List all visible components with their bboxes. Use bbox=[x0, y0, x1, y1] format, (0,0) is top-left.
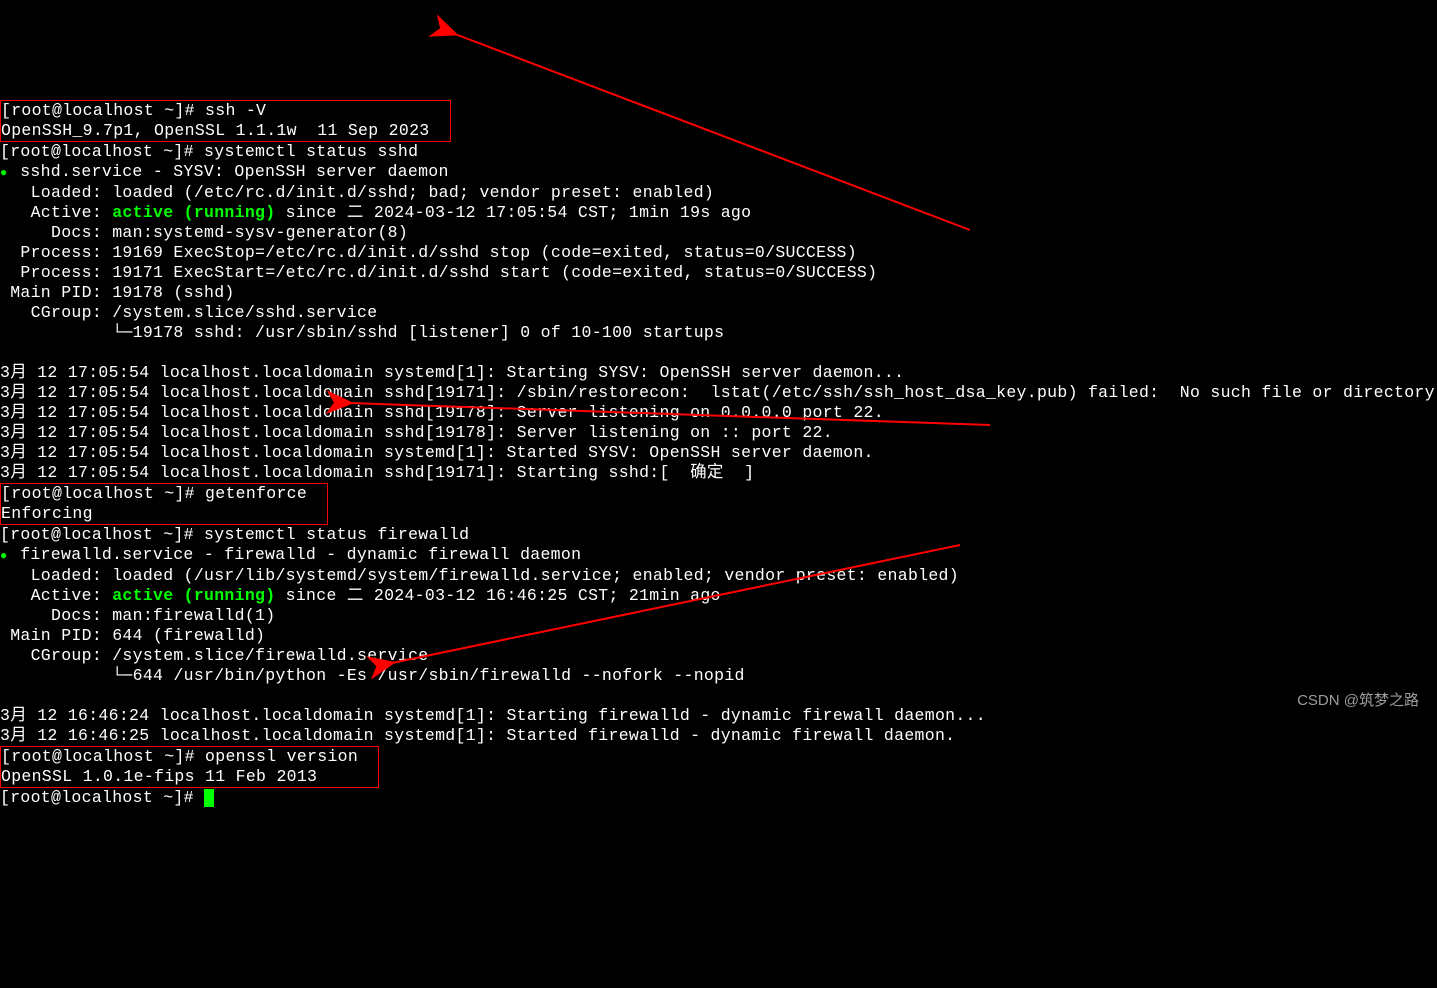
status-dot-icon: ● bbox=[0, 546, 10, 566]
status-dot-icon: ● bbox=[0, 163, 10, 183]
fw-cgroup1: CGroup: /system.slice/firewalld.service bbox=[0, 646, 428, 665]
prompt: [root@localhost ~]# bbox=[0, 788, 204, 807]
sshd-docs: Docs: man:systemd-sysv-generator(8) bbox=[0, 223, 408, 242]
fw-active-state: active (running) bbox=[112, 586, 275, 605]
sshd-log: 3月 12 17:05:54 localhost.localdomain ssh… bbox=[0, 403, 884, 422]
sshd-active-prefix: Active: bbox=[0, 203, 112, 222]
fw-cgroup2: └─644 /usr/bin/python -Es /usr/sbin/fire… bbox=[0, 666, 745, 685]
fw-unit: firewalld.service - firewalld - dynamic … bbox=[20, 545, 581, 564]
terminal[interactable]: [root@localhost ~]# ssh -V OpenSSH_9.7p1… bbox=[0, 80, 1437, 808]
sshd-log: 3月 12 17:05:54 localhost.localdomain ssh… bbox=[0, 423, 833, 442]
sshd-active-suffix: since 二 2024-03-12 17:05:54 CST; 1min 19… bbox=[275, 203, 751, 222]
fw-active-prefix: Active: bbox=[0, 586, 112, 605]
sshd-log: 3月 12 17:05:54 localhost.localdomain sys… bbox=[0, 443, 874, 462]
watermark: CSDN @筑梦之路 bbox=[1297, 691, 1419, 711]
sshd-log: 3月 12 17:05:54 localhost.localdomain ssh… bbox=[0, 383, 1435, 402]
prompt: [root@localhost ~]# bbox=[1, 101, 205, 120]
cmd-ssh-v: ssh -V bbox=[205, 101, 266, 120]
sshd-unit: sshd.service - SYSV: OpenSSH server daem… bbox=[20, 162, 448, 181]
cmd-status-sshd: systemctl status sshd bbox=[204, 142, 418, 161]
prompt: [root@localhost ~]# bbox=[1, 484, 205, 503]
cmd-status-fw: systemctl status firewalld bbox=[204, 525, 469, 544]
sshd-proc2: Process: 19171 ExecStart=/etc/rc.d/init.… bbox=[0, 263, 877, 282]
cmd-getenforce: getenforce bbox=[205, 484, 307, 503]
sshd-log: 3月 12 17:05:54 localhost.localdomain sys… bbox=[0, 363, 904, 382]
fw-log: 3月 12 16:46:24 localhost.localdomain sys… bbox=[0, 706, 986, 725]
fw-mainpid: Main PID: 644 (firewalld) bbox=[0, 626, 265, 645]
prompt: [root@localhost ~]# bbox=[0, 142, 204, 161]
prompt: [root@localhost ~]# bbox=[0, 525, 204, 544]
sshd-cgroup1: CGroup: /system.slice/sshd.service bbox=[0, 303, 377, 322]
box-getenforce: [root@localhost ~]# getenforce Enforcing bbox=[0, 483, 328, 525]
out-getenforce: Enforcing bbox=[1, 504, 93, 523]
sshd-mainpid: Main PID: 19178 (sshd) bbox=[0, 283, 235, 302]
fw-docs: Docs: man:firewalld(1) bbox=[0, 606, 275, 625]
cursor-icon bbox=[204, 789, 214, 807]
box-ssh-version: [root@localhost ~]# ssh -V OpenSSH_9.7p1… bbox=[0, 100, 451, 142]
sshd-proc1: Process: 19169 ExecStop=/etc/rc.d/init.d… bbox=[0, 243, 857, 262]
sshd-log: 3月 12 17:05:54 localhost.localdomain ssh… bbox=[0, 463, 754, 482]
cmd-openssl: openssl version bbox=[205, 747, 358, 766]
sshd-active-state: active (running) bbox=[112, 203, 275, 222]
prompt: [root@localhost ~]# bbox=[1, 747, 205, 766]
sshd-cgroup2: └─19178 sshd: /usr/sbin/sshd [listener] … bbox=[0, 323, 724, 342]
out-ssh-v: OpenSSH_9.7p1, OpenSSL 1.1.1w 11 Sep 202… bbox=[1, 121, 429, 140]
fw-active-suffix: since 二 2024-03-12 16:46:25 CST; 21min a… bbox=[275, 586, 720, 605]
sshd-loaded: Loaded: loaded (/etc/rc.d/init.d/sshd; b… bbox=[0, 183, 714, 202]
out-openssl: OpenSSL 1.0.1e-fips 11 Feb 2013 bbox=[1, 767, 317, 786]
fw-log: 3月 12 16:46:25 localhost.localdomain sys… bbox=[0, 726, 955, 745]
fw-loaded: Loaded: loaded (/usr/lib/systemd/system/… bbox=[0, 566, 959, 585]
box-openssl: [root@localhost ~]# openssl version Open… bbox=[0, 746, 379, 788]
